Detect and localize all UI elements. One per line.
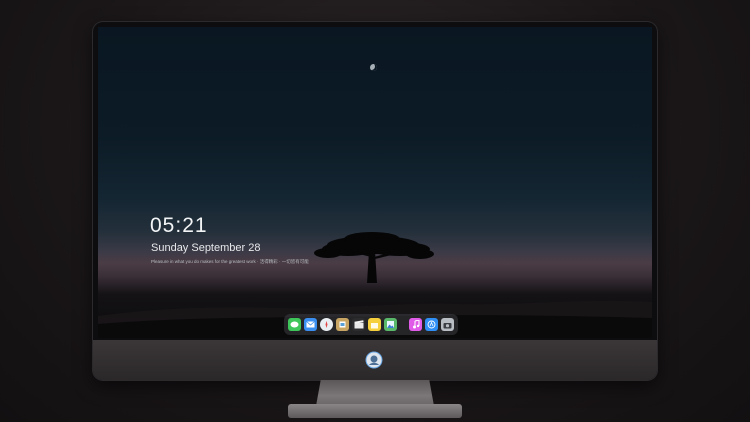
lockscreen-quote: Pleasure in what you do makes for the gr… <box>151 259 309 264</box>
lockscreen-date: Sunday September 28 <box>151 242 261 254</box>
camera-icon[interactable] <box>441 318 454 331</box>
compass-icon[interactable] <box>320 318 333 331</box>
brand-logo-icon <box>365 351 383 369</box>
preview-icon[interactable] <box>336 318 349 331</box>
photos-icon[interactable] <box>384 318 397 331</box>
music-icon[interactable] <box>409 318 422 331</box>
monitor-stand-base <box>288 404 462 418</box>
monitor: 05:21 Sunday September 28 Pleasure in wh… <box>93 22 657 380</box>
app-store-icon[interactable] <box>425 318 438 331</box>
notes-icon[interactable] <box>368 318 381 331</box>
mail-icon[interactable] <box>304 318 317 331</box>
dock <box>284 314 458 335</box>
clapper-icon[interactable] <box>352 318 365 331</box>
messages-icon[interactable] <box>288 318 301 331</box>
lockscreen-time: 05:21 <box>150 214 208 237</box>
tree-silhouette <box>314 232 434 283</box>
monitor-stand-neck <box>316 380 434 406</box>
desktop-screen: 05:21 Sunday September 28 Pleasure in wh… <box>98 27 652 338</box>
moon-icon <box>370 64 377 71</box>
